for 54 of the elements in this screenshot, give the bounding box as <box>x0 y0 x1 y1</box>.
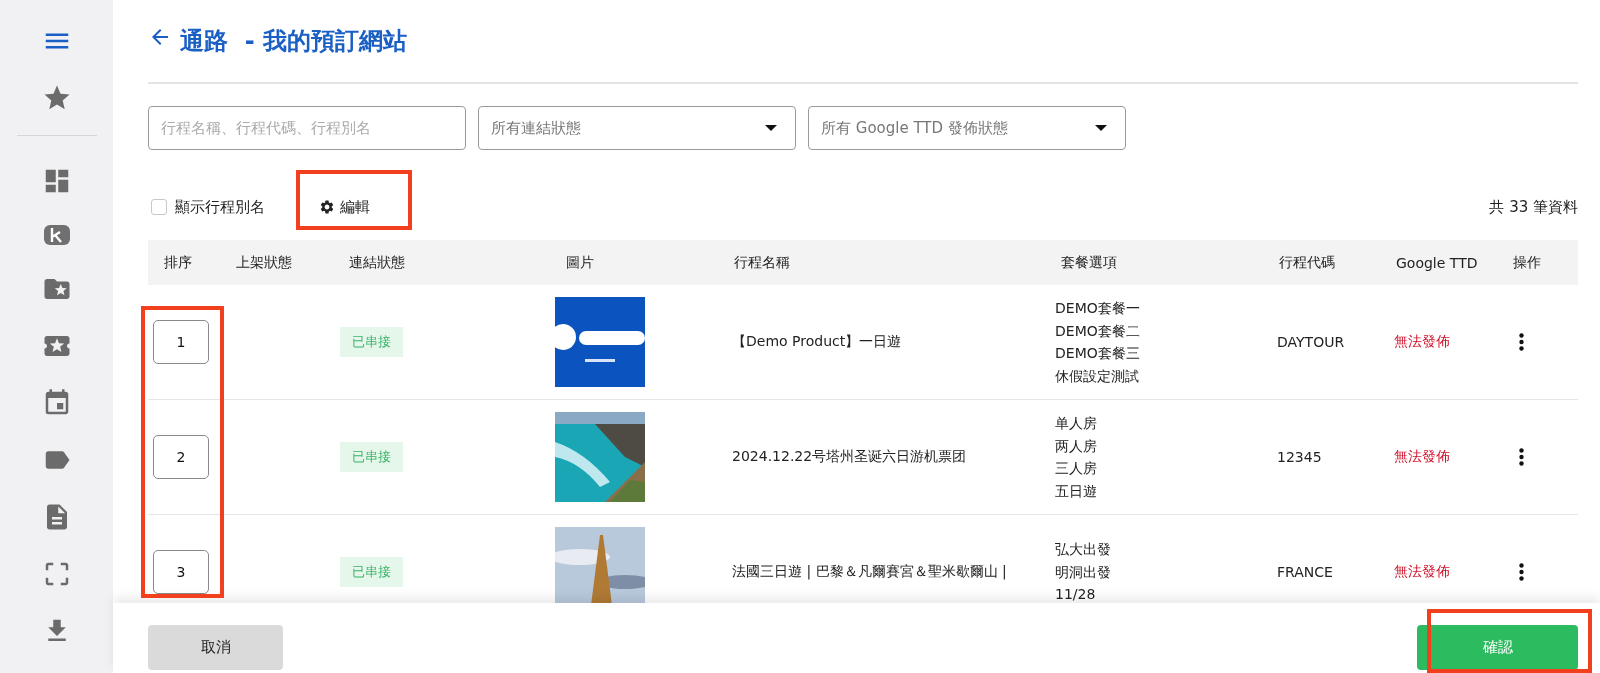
order-input[interactable]: 2 <box>153 435 209 479</box>
link-status-badge: 已串接 <box>340 557 403 587</box>
search-field[interactable]: 行程名稱、行程代碼、行程別名 <box>148 106 466 150</box>
package-option: 休假設定測試 <box>1055 364 1263 387</box>
k-logo-icon[interactable] <box>43 224 70 245</box>
google-ttd-status: 無法發佈 <box>1394 448 1450 466</box>
column-header: 操作 <box>1512 253 1542 272</box>
record-count: 共 33 筆資料 <box>1489 197 1578 217</box>
order-input[interactable]: 1 <box>153 320 209 364</box>
more-button[interactable] <box>1519 448 1524 466</box>
checkbox[interactable] <box>151 199 167 215</box>
gear-icon <box>319 199 335 215</box>
package-option: 单人房 <box>1055 412 1263 435</box>
column-header: 行程代碼 <box>1278 253 1336 272</box>
caret-icon <box>765 125 777 131</box>
product-code: 12345 <box>1277 449 1322 465</box>
google-ttd-status: 無法發佈 <box>1394 563 1450 581</box>
column-header: 排序 <box>163 253 193 272</box>
product-code: DAYTOUR <box>1277 334 1345 350</box>
package-option: 两人房 <box>1055 434 1263 457</box>
package-option: 明洞出發 <box>1055 560 1263 584</box>
link-status-badge: 已串接 <box>340 327 403 357</box>
package-option: 11/28 <box>1055 583 1263 603</box>
column-header: Google TTD <box>1395 254 1479 271</box>
more-button[interactable] <box>1519 563 1524 581</box>
caret-icon <box>1095 125 1107 131</box>
package-option: DEMO套餐三 <box>1055 342 1263 365</box>
checkbox-label: 顯示行程別名 <box>175 197 265 217</box>
package-option: 弘大出發 <box>1055 538 1263 561</box>
package-option: DEMO套餐二 <box>1055 319 1263 342</box>
column-header: 套餐選項 <box>1060 253 1118 272</box>
column-header: 圖片 <box>565 253 595 272</box>
package-option: DEMO套餐一 <box>1055 297 1263 320</box>
more-button[interactable] <box>1519 333 1524 351</box>
status-dropdown[interactable]: 所有 Google TTD 發佈狀態 <box>808 106 1126 150</box>
column-header: 連結狀態 <box>348 253 406 272</box>
more-icon <box>1519 448 1524 466</box>
page-title: 通路 - 我的預訂網站 <box>180 26 408 57</box>
edit-button[interactable]: 編輯 <box>319 193 370 221</box>
status-dropdown[interactable]: 所有連結狀態 <box>478 106 796 150</box>
google-ttd-status: 無法發佈 <box>1394 333 1450 351</box>
link-status-badge: 已串接 <box>340 442 403 472</box>
more-icon <box>1519 333 1524 351</box>
order-input[interactable]: 3 <box>153 550 209 594</box>
product-name: 法國三日遊 | 巴黎＆凡爾賽宮＆聖米歇爾山 | <box>732 563 1007 581</box>
package-option: 三人房 <box>1055 457 1263 480</box>
package-option: 五日遊 <box>1055 479 1263 502</box>
column-header: 行程名稱 <box>733 253 791 272</box>
product-name: 【Demo Product】一日遊 <box>732 333 902 351</box>
cancel-button[interactable]: 取消 <box>148 624 283 670</box>
product-code: FRANCE <box>1277 564 1333 580</box>
more-icon <box>1519 563 1524 581</box>
column-header: 上架狀態 <box>235 253 293 272</box>
product-name: 2024.12.22号塔州圣诞六日游机票团 <box>732 448 967 466</box>
